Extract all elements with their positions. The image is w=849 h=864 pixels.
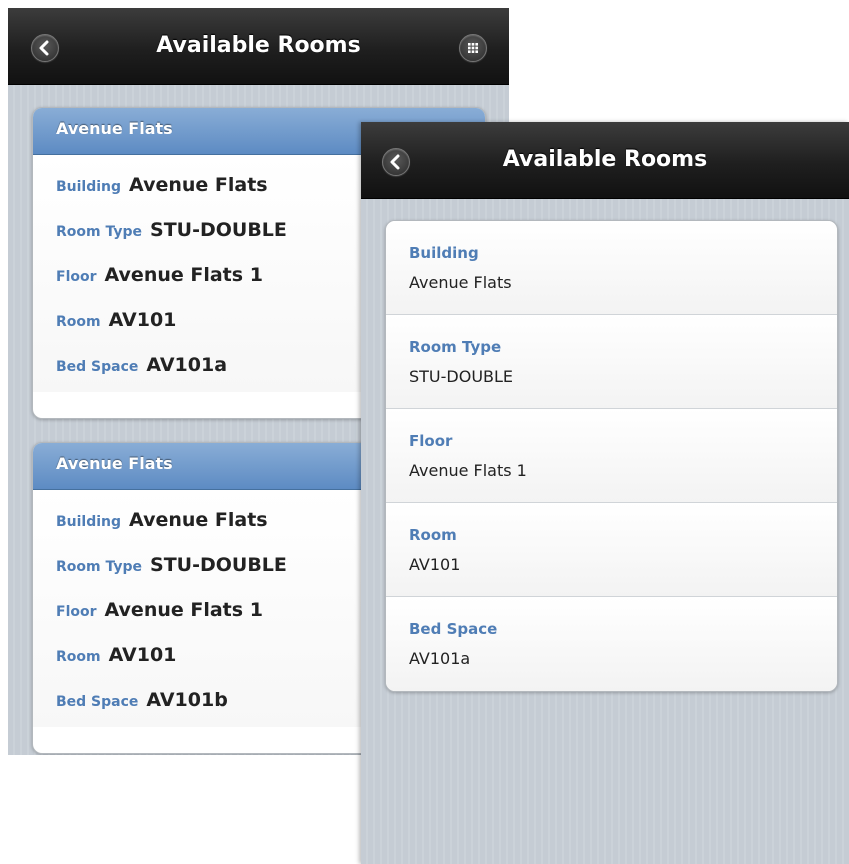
detail-value: AV101: [409, 555, 461, 574]
field-value: STU-DOUBLE: [150, 554, 287, 576]
detail-value: AV101a: [409, 649, 471, 668]
back-button[interactable]: [382, 148, 410, 176]
detail-label: Building: [409, 244, 479, 262]
page-title: Available Rooms: [502, 147, 708, 172]
field-value: AV101b: [146, 689, 228, 711]
field-label: Room: [56, 649, 101, 665]
field-value: AV101: [108, 644, 177, 666]
field-label: Building: [56, 514, 122, 530]
field-label: Floor: [56, 604, 97, 620]
detail-row-floor: Floor Avenue Flats 1: [386, 409, 837, 503]
field-label: Bed Space: [56, 359, 139, 375]
back-button[interactable]: [31, 34, 59, 62]
detail-value: Avenue Flats: [409, 273, 512, 292]
field-label: Room Type: [56, 224, 143, 240]
chevron-left-icon: [390, 154, 400, 170]
field-value: Avenue Flats: [129, 509, 268, 531]
detail-label: Room Type: [409, 338, 502, 356]
field-label: Bed Space: [56, 694, 139, 710]
field-label: Room Type: [56, 559, 143, 575]
field-value: Avenue Flats: [129, 174, 268, 196]
detail-row-room-type: Room Type STU-DOUBLE: [386, 315, 837, 409]
field-label: Floor: [56, 269, 97, 285]
menu-button[interactable]: [459, 34, 487, 62]
room-detail-list: Building Avenue Flats Room Type STU-DOUB…: [385, 220, 838, 692]
detail-label: Floor: [409, 432, 453, 450]
detail-label: Room: [409, 526, 457, 544]
field-value: AV101a: [146, 354, 228, 376]
field-value: Avenue Flats 1: [104, 264, 263, 286]
field-label: Room: [56, 314, 101, 330]
chevron-left-icon: [39, 40, 49, 56]
detail-value: STU-DOUBLE: [409, 367, 514, 386]
grid-icon: [468, 43, 478, 53]
field-value: Avenue Flats 1: [104, 599, 263, 621]
detail-row-bed-space: Bed Space AV101a: [386, 597, 837, 691]
detail-value: Avenue Flats 1: [409, 461, 527, 480]
page-title: Available Rooms: [156, 33, 361, 58]
field-value: AV101: [108, 309, 177, 331]
room-detail-screen: Available Rooms Building Avenue Flats Ro…: [361, 122, 849, 864]
field-label: Building: [56, 179, 122, 195]
detail-row-building: Building Avenue Flats: [386, 221, 837, 315]
detail-row-room: Room AV101: [386, 503, 837, 597]
field-value: STU-DOUBLE: [150, 219, 287, 241]
top-toolbar: Available Rooms: [361, 122, 849, 199]
top-toolbar: Available Rooms: [8, 8, 509, 85]
detail-label: Bed Space: [409, 620, 498, 638]
